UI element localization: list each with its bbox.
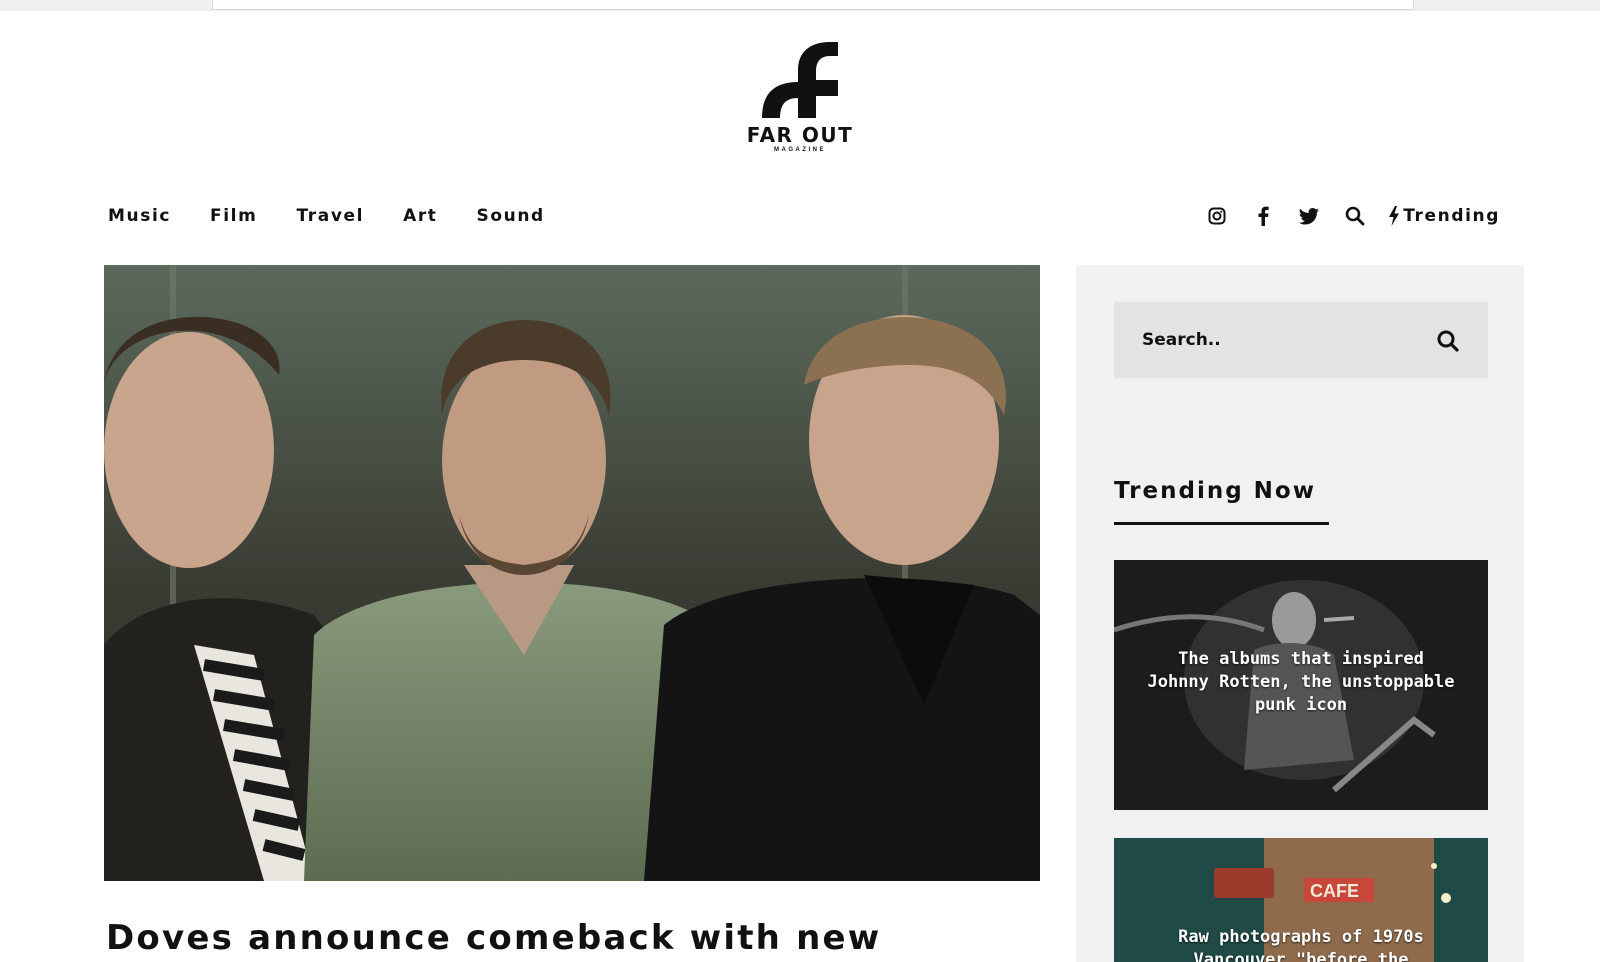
trending-now-heading: Trending Now <box>1114 478 1316 504</box>
svg-text:CAFE: CAFE <box>1310 881 1359 901</box>
trending-card-title: Raw photographs of 1970s Vancouver "befo… <box>1178 927 1424 962</box>
logo-wordmark: FAR OUT <box>746 123 854 147</box>
sidebar: Trending Now The albums that inspired Jo… <box>1076 265 1524 962</box>
sidebar-search <box>1114 302 1488 378</box>
nav-item-film[interactable]: Film <box>210 206 257 226</box>
main-nav: Music Film Travel Art Sound <box>108 206 584 226</box>
twitter-icon[interactable] <box>1298 205 1320 227</box>
trending-card[interactable]: The albums that inspired Johnny Rotten, … <box>1114 560 1488 810</box>
trending-card-title: The albums that inspired Johnny Rotten, … <box>1147 649 1455 715</box>
address-bar[interactable] <box>212 0 1414 10</box>
heading-underline <box>1114 522 1329 525</box>
nav-item-sound[interactable]: Sound <box>477 206 545 226</box>
far-out-logo-mark <box>762 42 838 118</box>
trending-card[interactable]: CAFE Raw photographs of 1970s Vancouver … <box>1114 838 1488 962</box>
nav-item-travel[interactable]: Travel <box>296 206 364 226</box>
band-photo <box>104 265 1040 881</box>
logo-subtitle: MAGAZINE <box>774 147 826 153</box>
search-submit-icon[interactable] <box>1436 329 1460 353</box>
site-logo[interactable]: FAR OUT MAGAZINE <box>740 40 860 154</box>
browser-top-strip <box>0 0 1600 11</box>
instagram-icon[interactable] <box>1206 205 1228 227</box>
trending-link[interactable]: Trending <box>1388 206 1500 226</box>
search-icon[interactable] <box>1344 205 1366 227</box>
trending-label: Trending <box>1403 206 1500 226</box>
nav-item-art[interactable]: Art <box>403 206 437 226</box>
nav-utility: Trending <box>1182 205 1500 227</box>
hero-image[interactable] <box>104 265 1040 881</box>
nav-item-music[interactable]: Music <box>108 206 171 226</box>
facebook-icon[interactable] <box>1252 205 1274 227</box>
search-input[interactable] <box>1140 329 1424 351</box>
bolt-icon <box>1389 206 1400 226</box>
article-headline[interactable]: Doves announce comeback with new <box>106 918 1046 958</box>
